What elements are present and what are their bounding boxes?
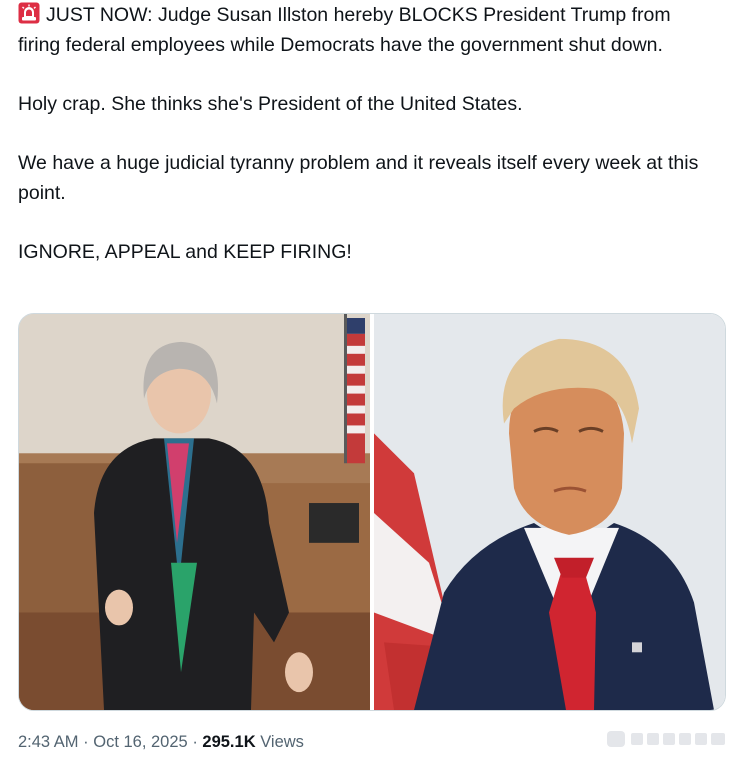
- watermark-logo: [607, 731, 725, 747]
- tweet-media-grid: [18, 313, 726, 711]
- views-count: 295.1K: [202, 733, 256, 751]
- meta-separator: ·: [83, 733, 89, 751]
- views-label: Views: [260, 733, 304, 751]
- tweet-metadata: 2:43 AM · Oct 16, 2025 · 295.1K Views: [18, 733, 304, 752]
- tweet-paragraph-2: Holy crap. She thinks she's President of…: [18, 93, 523, 115]
- photo-judge-in-courtroom[interactable]: [19, 314, 370, 710]
- siren-icon: [18, 2, 40, 24]
- tweet-text: JUST NOW: Judge Susan Illston hereby BLO…: [18, 0, 718, 267]
- tweet-paragraph-1-text: JUST NOW: Judge Susan Illston hereby BLO…: [18, 4, 671, 56]
- photo-president-portrait[interactable]: [374, 314, 725, 710]
- tweet-paragraph-4: IGNORE, APPEAL and KEEP FIRING!: [18, 241, 352, 263]
- meta-separator: ·: [192, 733, 198, 751]
- tweet-paragraph-3: We have a huge judicial tyranny problem …: [18, 152, 699, 204]
- tweet-time[interactable]: 2:43 AM: [18, 733, 79, 751]
- tweet-date[interactable]: Oct 16, 2025: [93, 733, 187, 751]
- tweet-paragraph-1: JUST NOW: Judge Susan Illston hereby BLO…: [18, 0, 718, 60]
